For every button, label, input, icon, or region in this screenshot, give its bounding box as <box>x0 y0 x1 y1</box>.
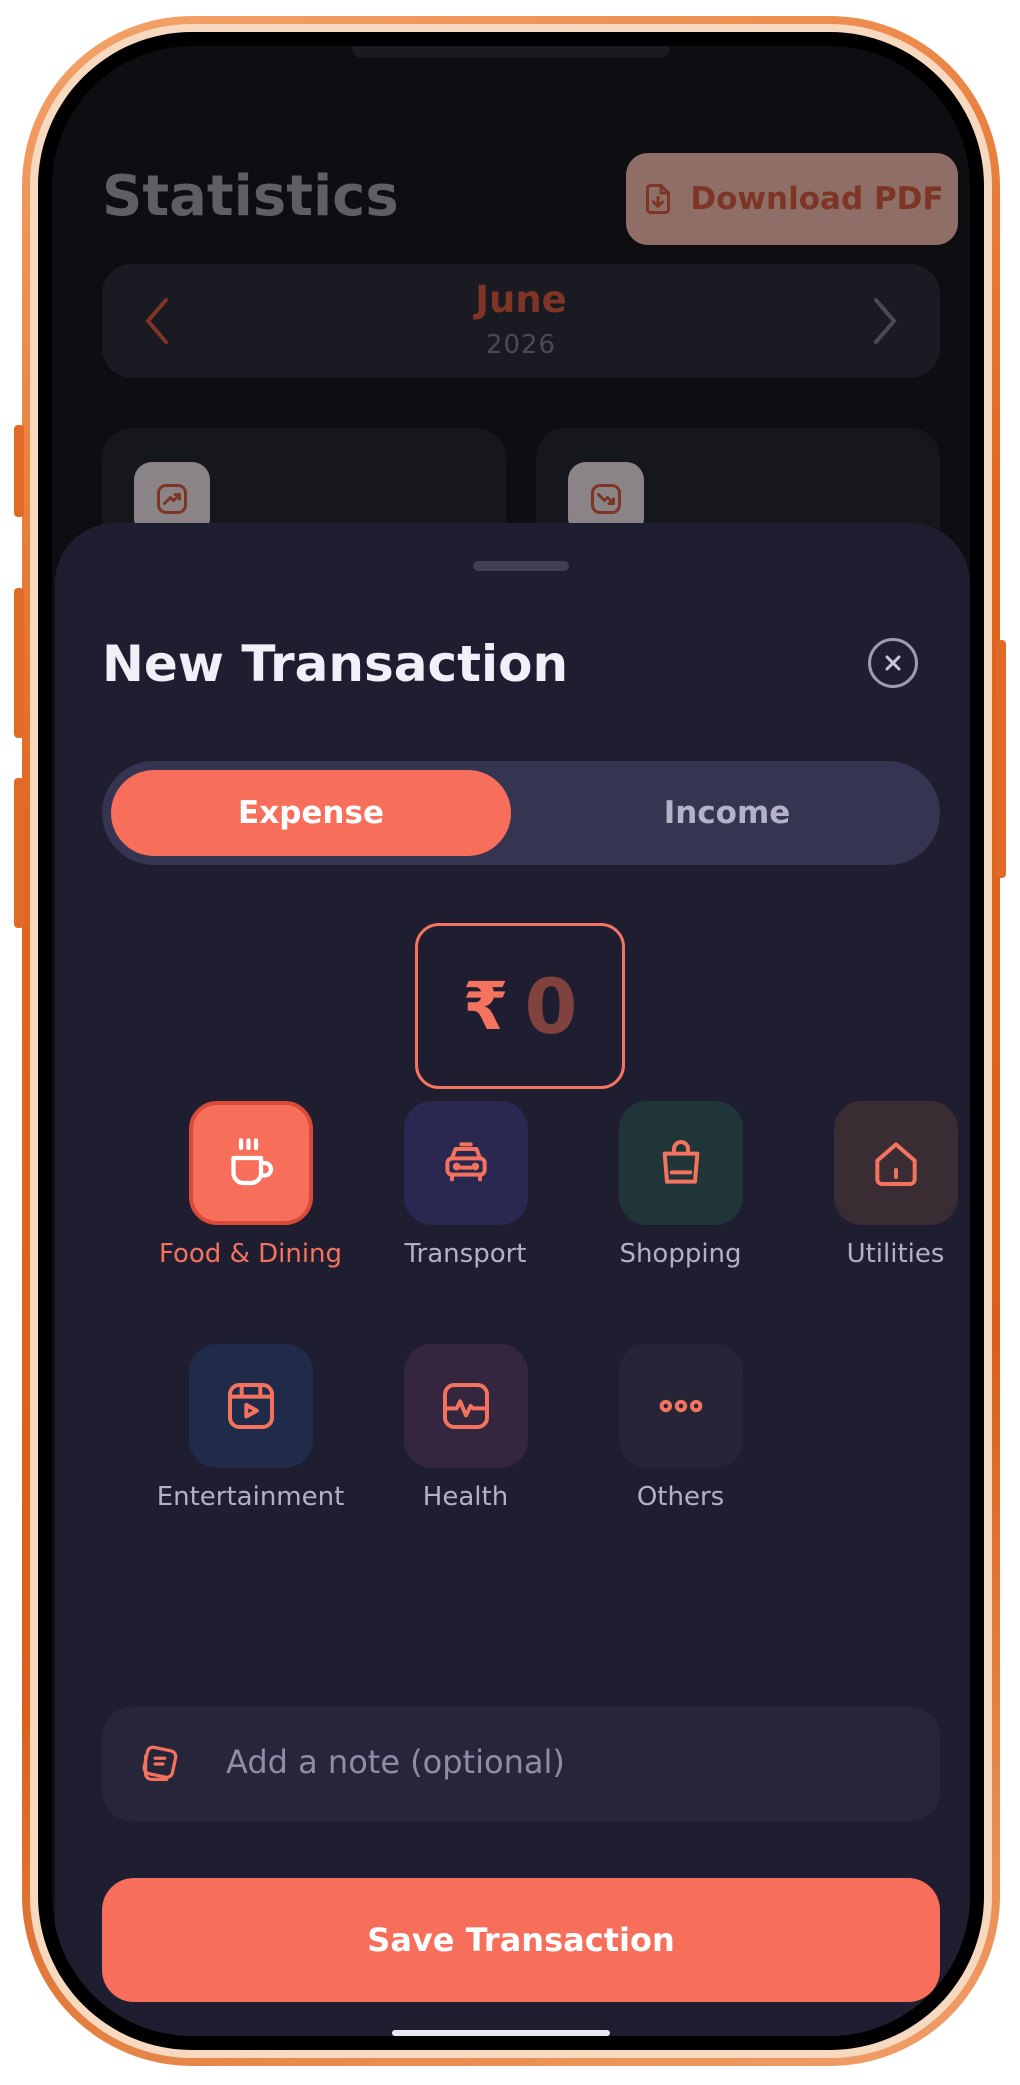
sheet-title: New Transaction <box>102 635 569 693</box>
category-label: Others <box>636 1482 725 1512</box>
download-pdf-button[interactable]: Download PDF <box>626 153 958 245</box>
year-label: 2026 <box>485 330 557 360</box>
note-placeholder: Add a note (optional) <box>226 1743 565 1781</box>
category-label: Transport <box>404 1239 527 1269</box>
mute-switch <box>14 425 24 517</box>
shopping-bag-icon <box>662 1140 699 1184</box>
expense-tab[interactable]: Expense <box>111 770 511 856</box>
category-tile <box>403 1101 528 1225</box>
currency-symbol: ₹ <box>462 967 509 1045</box>
save-transaction-button[interactable]: Save Transaction <box>102 1878 940 2002</box>
home-icon <box>874 1142 917 1186</box>
category-tile <box>618 1344 743 1468</box>
month-selector: June 2026 <box>102 264 940 378</box>
file-download-icon <box>646 184 671 214</box>
category-tile <box>188 1101 313 1225</box>
category-label: Health <box>422 1482 509 1512</box>
download-pdf-label: Download PDF <box>690 181 944 217</box>
category-label: Food & Dining <box>158 1239 343 1269</box>
category-shopping[interactable]: Shopping <box>573 1101 788 1269</box>
category-others[interactable]: Others <box>573 1344 788 1512</box>
category-utilities[interactable]: Utilities <box>788 1101 970 1269</box>
more-dots-icon <box>659 1399 702 1413</box>
home-indicator <box>392 2030 610 2036</box>
category-entertainment[interactable]: Entertainment <box>143 1344 358 1512</box>
page-title: Statistics <box>102 164 399 229</box>
video-play-icon <box>227 1383 274 1429</box>
close-button[interactable] <box>868 638 918 688</box>
amount-value: 0 <box>524 961 578 1051</box>
close-icon <box>885 655 901 671</box>
chevron-right-icon[interactable] <box>870 294 900 348</box>
category-label: Entertainment <box>156 1482 345 1512</box>
coffee-cup-icon <box>230 1138 273 1186</box>
sheet-drag-handle[interactable] <box>473 561 569 571</box>
month-name: June <box>475 278 567 321</box>
category-tile <box>403 1344 528 1468</box>
amount-input[interactable]: ₹ 0 <box>415 923 625 1089</box>
volume-up-button <box>14 588 24 738</box>
category-tile <box>618 1101 743 1225</box>
taxi-icon <box>444 1142 487 1182</box>
note-field[interactable]: Add a note (optional) <box>102 1707 940 1821</box>
category-tile <box>833 1101 958 1225</box>
category-label: Shopping <box>619 1239 742 1269</box>
new-transaction-sheet: New Transaction Expense Income ₹ 0 Food … <box>55 523 970 2036</box>
category-tile <box>188 1344 313 1468</box>
dynamic-island <box>352 46 670 58</box>
note-icon <box>142 1745 178 1781</box>
category-label: Utilities <box>846 1239 945 1269</box>
screen: Statistics Download PDF June 2026 New Tr… <box>52 46 970 2036</box>
transaction-type-toggle: Expense Income <box>102 761 940 865</box>
category-food-dining[interactable]: Food & Dining <box>143 1101 358 1269</box>
category-transport[interactable]: Transport <box>358 1101 573 1269</box>
volume-down-button <box>14 778 24 928</box>
income-tab[interactable]: Income <box>522 770 932 856</box>
health-pulse-icon <box>442 1383 489 1429</box>
power-button <box>996 640 1006 878</box>
category-health[interactable]: Health <box>358 1344 573 1512</box>
